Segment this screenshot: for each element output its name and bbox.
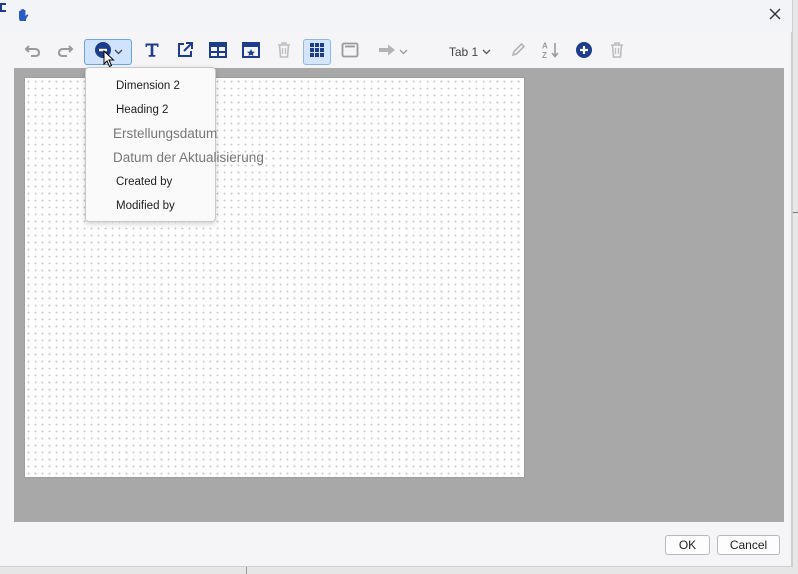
menu-item-modified-by[interactable]: Modified by (116, 200, 175, 212)
link-button[interactable] (174, 39, 196, 65)
background-app-glyph (0, 3, 6, 12)
close-button[interactable] (760, 2, 790, 30)
trash-icon (276, 41, 292, 63)
menu-item-erstellungsdatum[interactable]: Erstellungsdatum (113, 126, 217, 141)
undo-icon (24, 42, 42, 63)
background-window-edge (792, 0, 798, 574)
chevron-down-icon (482, 47, 491, 57)
delete-button[interactable] (273, 39, 295, 65)
add-button[interactable] (573, 39, 595, 65)
tab-selector-label: Tab 1 (448, 45, 479, 59)
add-field-dropdown-menu: Dimension 2 Heading 2 Erstellungsdatum D… (85, 67, 264, 222)
edit-button[interactable] (507, 39, 529, 65)
table-button[interactable] (207, 39, 229, 65)
ok-button[interactable]: OK (665, 535, 710, 555)
toolbar: Tab 1 AZ (14, 36, 784, 68)
remove-button[interactable] (606, 39, 628, 65)
hand-icon (16, 7, 32, 23)
cancel-button[interactable]: Cancel (717, 535, 780, 555)
arrow-right-icon (377, 43, 397, 62)
plus-circle-icon (575, 41, 593, 64)
svg-text:Z: Z (542, 51, 547, 59)
menu-item-created-by[interactable]: Created by (116, 176, 172, 188)
redo-icon (56, 42, 74, 63)
background-divider (246, 567, 247, 574)
dialog-window: Tab 1 AZ Dimension 2 Heading 2 Erstellun… (0, 0, 792, 567)
background-tick (793, 212, 798, 213)
pencil-icon (510, 42, 526, 63)
external-link-icon (176, 41, 194, 64)
menu-item-dimension-2[interactable]: Dimension 2 (116, 80, 180, 92)
sort-icon: AZ (541, 41, 561, 64)
menu-item-heading-2[interactable]: Heading 2 (116, 104, 168, 116)
redo-button[interactable] (54, 39, 76, 65)
text-button[interactable] (141, 39, 163, 65)
sort-button[interactable]: AZ (540, 39, 562, 65)
tab-selector[interactable]: Tab 1 (444, 39, 496, 65)
mouse-pointer-icon (103, 49, 115, 68)
calendar-icon (242, 41, 260, 63)
panel-icon (341, 42, 359, 63)
undo-button[interactable] (22, 39, 44, 65)
panel-button[interactable] (339, 39, 361, 65)
calendar-button[interactable] (240, 39, 262, 65)
close-icon (769, 7, 781, 25)
text-icon (144, 42, 160, 63)
move-dropdown-button[interactable] (372, 39, 412, 65)
svg-text:A: A (542, 41, 548, 50)
title-bar (0, 0, 792, 32)
table-icon (209, 41, 227, 63)
grid-icon (309, 42, 325, 63)
menu-item-datum-der-aktualisierung[interactable]: Datum der Aktualisierung (113, 150, 264, 165)
grid-toggle-button[interactable] (303, 39, 331, 65)
background-window-bottom (0, 567, 798, 574)
chevron-down-icon (399, 47, 408, 57)
trash-icon (609, 41, 625, 63)
